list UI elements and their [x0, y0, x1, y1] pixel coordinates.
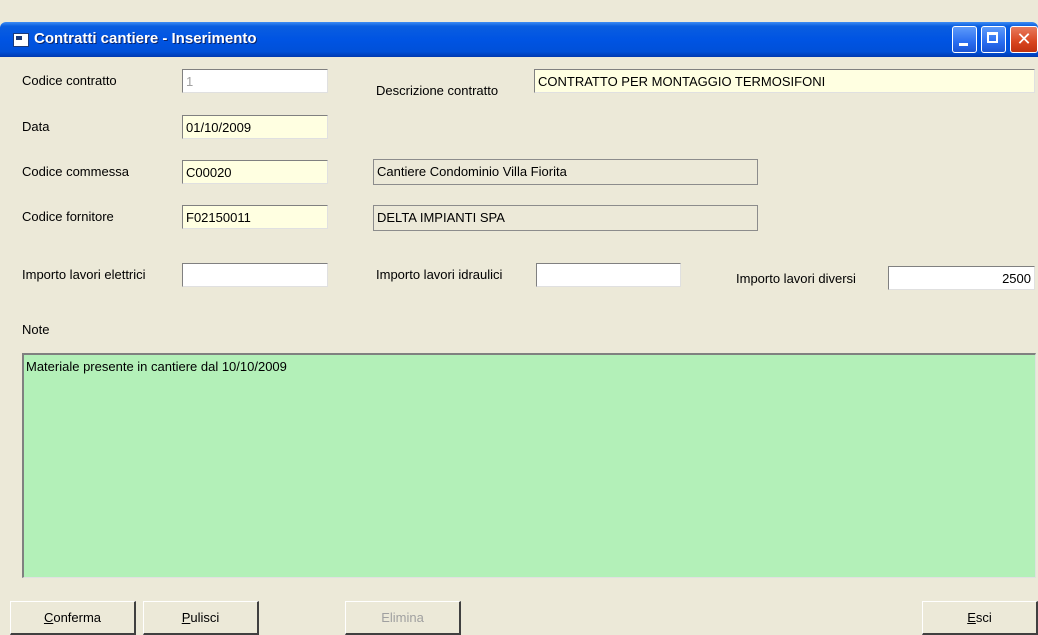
conferma-mnemonic: C — [43, 609, 54, 625]
elimina-label: Elimina — [381, 609, 424, 625]
window-icon — [13, 33, 29, 47]
importo-diversi-label: Importo lavori diversi — [736, 271, 856, 286]
codice-contratto-field[interactable] — [182, 69, 328, 93]
codice-contratto-label: Codice contratto — [22, 73, 117, 88]
esci-button[interactable]: Esci — [922, 601, 1038, 635]
conferma-button[interactable]: Conferma — [10, 601, 136, 635]
data-label: Data — [22, 119, 50, 134]
window-title: Contratti cantiere - Inserimento — [34, 30, 257, 47]
importo-diversi-field[interactable] — [888, 266, 1035, 290]
codice-commessa-label: Codice commessa — [22, 164, 129, 179]
esci-label: sci — [975, 609, 992, 625]
conferma-label: onferma — [53, 609, 102, 625]
codice-commessa-field[interactable] — [182, 160, 328, 184]
fornitore-description: DELTA IMPIANTI SPA — [373, 205, 758, 231]
commessa-description: Cantiere Condominio Villa Fiorita — [373, 159, 758, 185]
importo-idraulici-label: Importo lavori idraulici — [376, 267, 503, 282]
note-textarea[interactable]: Materiale presente in cantiere dal 10/10… — [22, 353, 1036, 578]
note-label: Note — [22, 322, 50, 337]
importo-idraulici-field[interactable] — [536, 263, 681, 287]
codice-fornitore-label: Codice fornitore — [22, 209, 114, 224]
title-bar[interactable]: Contratti cantiere - Inserimento ✕ — [0, 22, 1038, 57]
elimina-button[interactable]: Elimina — [345, 601, 461, 635]
importo-elettrici-label: Importo lavori elettrici — [22, 267, 146, 282]
descrizione-contratto-label: Descrizione contratto — [376, 83, 499, 98]
app-window: Contratti cantiere - Inserimento ✕ Codic… — [0, 0, 1038, 635]
descrizione-contratto-field[interactable] — [534, 69, 1035, 93]
minimize-button[interactable] — [952, 26, 977, 53]
close-button[interactable]: ✕ — [1010, 26, 1038, 53]
codice-fornitore-field[interactable] — [182, 205, 328, 229]
maximize-button[interactable] — [981, 26, 1006, 53]
pulisci-label: ulisci — [190, 609, 220, 625]
esci-mnemonic: E — [967, 609, 976, 625]
importo-elettrici-field[interactable] — [182, 263, 328, 287]
pulisci-button[interactable]: Pulisci — [143, 601, 259, 635]
data-field[interactable] — [182, 115, 328, 139]
close-icon: ✕ — [1016, 29, 1032, 49]
